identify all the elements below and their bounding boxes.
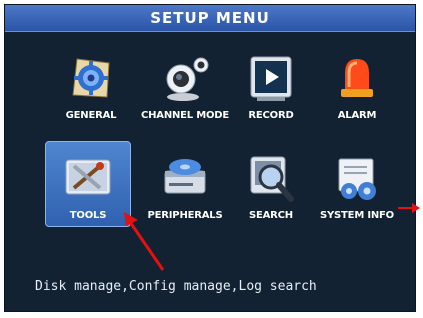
menu-item-system-info[interactable]: SYSTEM INFO bbox=[315, 141, 399, 231]
menu-item-search[interactable]: SEARCH bbox=[229, 141, 313, 231]
menu-item-general[interactable]: GENERAL bbox=[49, 41, 133, 131]
window-title: SETUP MENU bbox=[5, 5, 415, 32]
menu-item-peripherals[interactable]: PERIPHERALS bbox=[143, 141, 227, 231]
tools-icon bbox=[65, 159, 111, 195]
system-info-icon bbox=[338, 158, 376, 200]
play-icon bbox=[250, 56, 292, 101]
menu-item-label: CHANNEL MODE bbox=[140, 110, 230, 121]
webcam-icon bbox=[166, 57, 209, 101]
menu-item-label: RECORD bbox=[248, 110, 294, 121]
menu-item-label: TOOLS bbox=[69, 210, 107, 221]
siren-icon bbox=[341, 59, 373, 97]
annotation-arrow-right bbox=[398, 203, 420, 213]
menu-item-label: SYSTEM INFO bbox=[320, 210, 394, 221]
menu-item-label: ALARM bbox=[337, 110, 377, 121]
menu-item-label: SEARCH bbox=[249, 210, 293, 221]
menu-item-record[interactable]: RECORD bbox=[229, 41, 313, 131]
menu-item-alarm[interactable]: ALARM bbox=[315, 41, 399, 131]
disk-drive-icon bbox=[164, 159, 206, 194]
menu-item-tools[interactable]: TOOLS bbox=[45, 141, 131, 227]
menu-item-label: PERIPHERALS bbox=[147, 210, 223, 221]
setup-menu-window: SETUP MENU GENERAL CHANNEL MODE RECORD A… bbox=[4, 4, 416, 312]
status-description: Disk manage,Config manage,Log search bbox=[35, 279, 317, 294]
magnifier-icon bbox=[250, 156, 294, 202]
menu-item-label: GENERAL bbox=[65, 110, 117, 121]
gear-icon bbox=[72, 58, 110, 98]
menu-item-channel-mode[interactable]: CHANNEL MODE bbox=[141, 41, 229, 131]
